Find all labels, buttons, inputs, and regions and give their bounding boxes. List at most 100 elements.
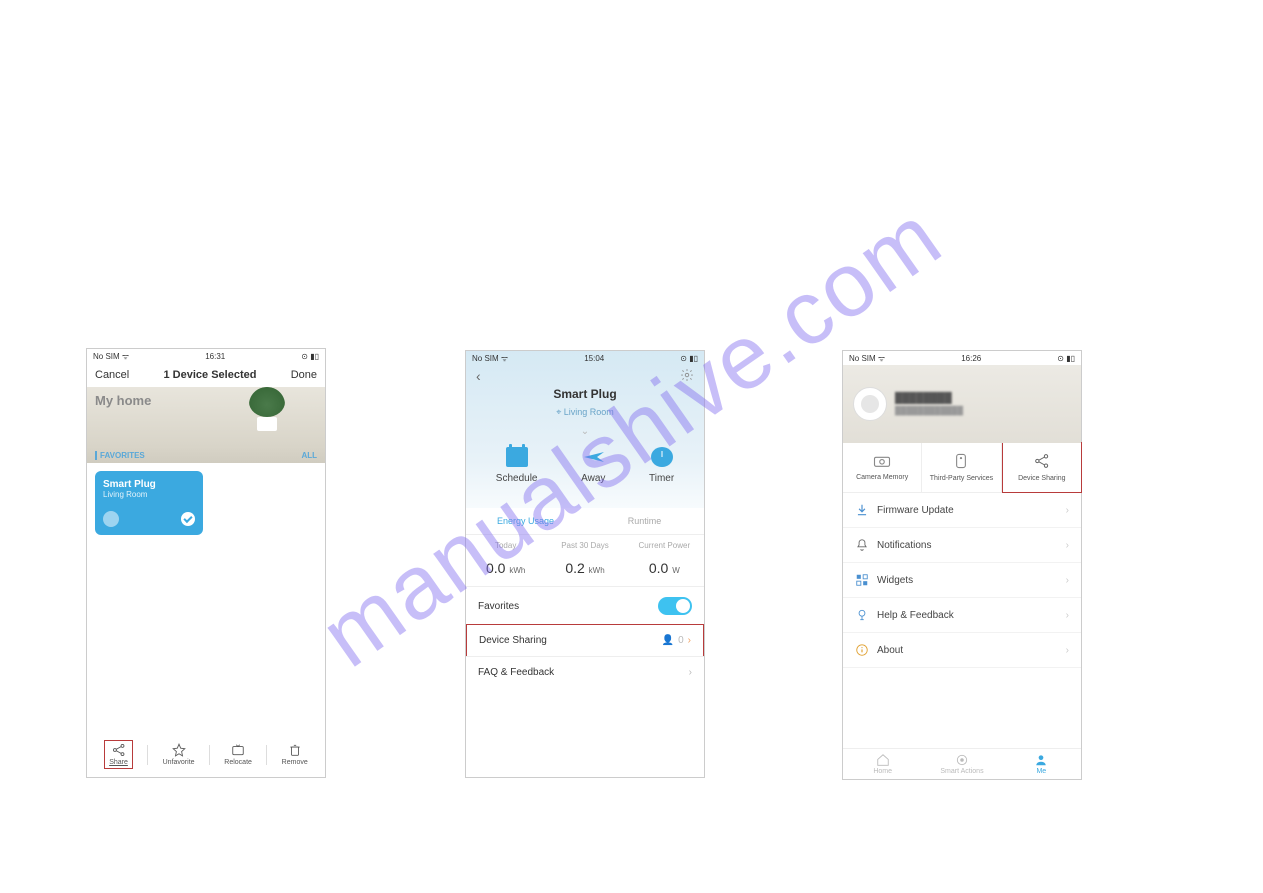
schedule-icon [506,447,528,467]
tab-energy-usage[interactable]: Energy Usage [466,508,585,534]
chevron-right-icon: › [688,635,691,646]
device-sharing-count: 0 [678,635,684,646]
stat-value: 0.0 [649,560,668,576]
status-left: No SIM ᯤ [93,351,129,362]
device-sharing-tile[interactable]: Device Sharing [1002,442,1082,493]
screenshot-2: No SIM ᯤ 15:04 ⊙ ▮▯ ‹ Smart Plug ⌖ Livin… [465,350,705,778]
third-party-icon [954,453,968,469]
schedule-label: Schedule [496,473,538,484]
stat-past30: Past 30 Days 0.2 kWh [545,541,624,576]
relocate-icon [231,743,245,757]
notifications-item[interactable]: Notifications › [843,528,1081,563]
share-icon [1034,453,1050,469]
star-icon [172,743,186,757]
person-icon: 👤 [662,635,674,646]
away-label: Away [581,473,605,484]
user-info: ████████ ████████████ [895,393,963,415]
separator [147,745,148,765]
device-card[interactable]: Smart Plug Living Room [95,471,203,535]
stat-unit: kWh [589,566,605,575]
relocate-button[interactable]: Relocate [224,743,252,766]
chevron-right-icon: › [1066,645,1069,656]
chevron-right-icon: › [1066,575,1069,586]
item-label: Notifications [877,540,931,551]
all-tab[interactable]: ALL [301,451,317,460]
plug-icon [103,511,119,527]
faq-label: FAQ & Feedback [478,667,554,678]
user-email-redacted: ████████████ [895,406,963,415]
firmware-update-item[interactable]: Firmware Update › [843,493,1081,528]
favorites-toggle[interactable] [658,597,692,615]
user-name-redacted: ████████ [895,393,963,404]
camera-memory-tile[interactable]: Camera Memory [843,443,922,492]
hero-section: My home [87,387,325,447]
chevron-down-icon[interactable]: ⌄ [466,426,704,437]
nav-bar: ‹ [466,365,704,387]
stat-unit: W [672,566,680,575]
share-button[interactable]: Share [104,740,133,769]
timer-button[interactable]: Timer [649,447,674,484]
favorites-row: FAVORITES ALL [87,447,325,463]
settings-list: Firmware Update › Notifications › Widget… [843,493,1081,668]
smart-actions-icon [955,753,969,767]
cancel-button[interactable]: Cancel [95,369,129,381]
device-location: ⌖ Living Room [466,407,704,418]
device-title: Smart Plug [466,387,704,401]
item-label: About [877,645,903,656]
item-label: Widgets [877,575,913,586]
bell-icon [855,538,869,552]
help-feedback-item[interactable]: Help & Feedback › [843,598,1081,633]
stats-row: Today 0.0 kWh Past 30 Days 0.2 kWh Curre… [466,535,704,576]
settings-button[interactable] [680,368,694,385]
favorites-label: Favorites [478,601,519,612]
camera-memory-icon [873,454,891,468]
avatar [853,387,887,421]
away-button[interactable]: Away [581,447,605,484]
nav-bar: Cancel 1 Device Selected Done [87,363,325,387]
favorites-tab[interactable]: FAVORITES [95,451,145,460]
profile-hero[interactable]: ████████ ████████████ [843,365,1081,443]
tab-home[interactable]: Home [843,753,922,775]
about-item[interactable]: About › [843,633,1081,668]
back-button[interactable]: ‹ [476,368,481,384]
favorites-row[interactable]: Favorites [466,586,704,625]
item-label: Firmware Update [877,505,954,516]
device-sharing-row[interactable]: Device Sharing 👤 0 › [466,624,704,657]
status-time: 15:04 [584,354,604,363]
screenshot-1: No SIM ᯤ 16:31 ⊙ ▮▯ Cancel 1 Device Sele… [86,348,326,778]
status-right: ⊙ ▮▯ [680,354,698,363]
action-row: Schedule Away Timer [466,447,704,498]
stat-label: Today [466,541,545,550]
chevron-right-icon: › [1066,540,1069,551]
timer-icon [651,447,673,467]
location-icon: ⌖ [556,407,561,417]
help-icon [855,608,869,622]
third-party-tile[interactable]: Third-Party Services [922,443,1001,492]
unfavorite-button[interactable]: Unfavorite [163,743,195,766]
widgets-icon [855,573,869,587]
widgets-item[interactable]: Widgets › [843,563,1081,598]
stat-today: Today 0.0 kWh [466,541,545,576]
relocate-label: Relocate [224,759,252,766]
tab-label: Home [873,768,892,775]
tile-row: Camera Memory Third-Party Services Devic… [843,443,1081,493]
status-time: 16:26 [961,354,981,363]
schedule-button[interactable]: Schedule [496,447,538,484]
tab-runtime[interactable]: Runtime [585,508,704,534]
tab-smart-actions[interactable]: Smart Actions [922,753,1001,775]
faq-row[interactable]: FAQ & Feedback › [466,656,704,688]
tile-label: Camera Memory [856,474,908,481]
tab-me[interactable]: Me [1002,753,1081,775]
timer-label: Timer [649,473,674,484]
separator [209,745,210,765]
page-title: 1 Device Selected [164,369,257,381]
tab-bar: Home Smart Actions Me [843,748,1081,779]
remove-button[interactable]: Remove [282,743,308,766]
status-bar: No SIM ᯤ 16:31 ⊙ ▮▯ [87,349,325,363]
info-icon [855,643,869,657]
screenshot-3: No SIM ᯤ 16:26 ⊙ ▮▯ ████████ ███████████… [842,350,1082,780]
done-button[interactable]: Done [291,369,317,381]
stat-label: Past 30 Days [545,541,624,550]
status-right: ⊙ ▮▯ [301,352,319,361]
checkmark-icon [181,512,195,526]
